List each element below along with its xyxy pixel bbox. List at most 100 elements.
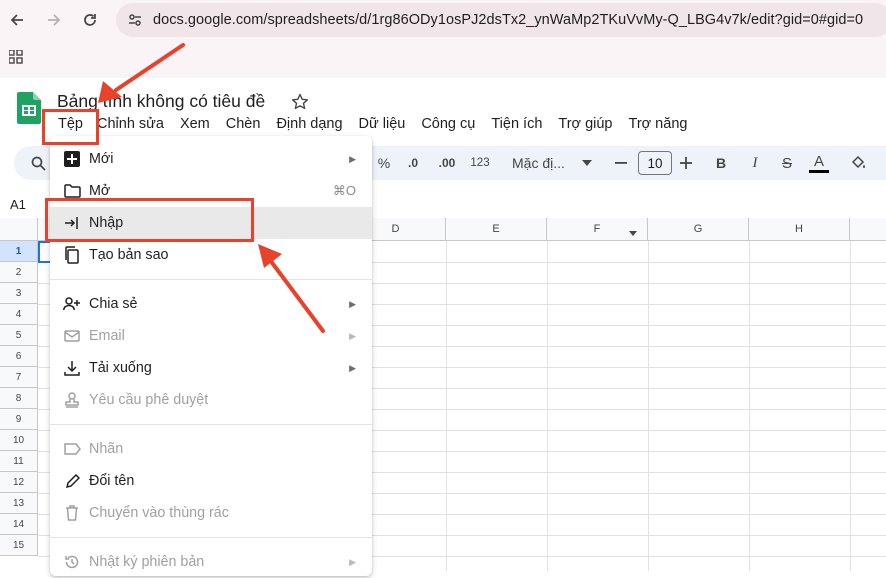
annotation-box-file-menu — [42, 109, 99, 145]
menu-item-version-history[interactable]: Nhật ký phiên bản ▶ — [50, 546, 372, 578]
share-person-icon — [63, 295, 81, 313]
row-header-12[interactable]: 12 — [0, 472, 38, 493]
row-header-15[interactable]: 15 — [0, 535, 38, 556]
menu-divider — [50, 424, 372, 425]
download-icon — [63, 359, 81, 377]
menu-insert[interactable]: Chèn — [218, 114, 269, 136]
italic-button[interactable]: I — [745, 146, 765, 180]
trash-icon — [63, 504, 81, 522]
menu-item-new[interactable]: Mới ▶ — [50, 143, 372, 175]
back-icon[interactable] — [5, 8, 29, 32]
menu-item-approvals[interactable]: Yêu cầu phê duyệt — [50, 384, 372, 416]
menu-edit[interactable]: Chỉnh sửa — [91, 114, 172, 136]
name-box[interactable]: A1 — [10, 197, 26, 212]
menu-accessibility[interactable]: Trợ năng — [621, 114, 696, 136]
menu-item-download[interactable]: Tải xuống ▶ — [50, 352, 372, 384]
row-header-13[interactable]: 13 — [0, 493, 38, 514]
gridline — [446, 241, 447, 571]
row-header-4[interactable]: 4 — [0, 304, 38, 325]
submenu-arrow-icon: ▶ — [349, 298, 356, 309]
menu-item-make-copy[interactable]: Tạo bản sao — [50, 239, 372, 271]
row-header-7[interactable]: 7 — [0, 367, 38, 388]
text-color-swatch — [809, 169, 829, 173]
menu-item-label: Tạo bản sao — [89, 247, 169, 263]
menu-extensions[interactable]: Tiện ích — [483, 114, 550, 136]
row-header-9[interactable]: 9 — [0, 409, 38, 430]
menu-item-label: Email — [89, 328, 125, 344]
decrease-decimal-button[interactable]: .0 — [402, 146, 424, 180]
menu-item-label: Mở — [89, 183, 111, 199]
bold-button[interactable]: B — [711, 146, 731, 180]
pencil-icon — [63, 472, 81, 490]
star-icon[interactable] — [291, 93, 309, 116]
menu-item-rename[interactable]: Đổi tên — [50, 465, 372, 497]
row-header-11[interactable]: 11 — [0, 451, 38, 472]
font-size-decrease-icon[interactable] — [612, 146, 630, 180]
strikethrough-button[interactable]: S — [776, 146, 798, 180]
column-header-h[interactable]: H — [749, 218, 850, 241]
row-header-2[interactable]: 2 — [0, 262, 38, 283]
gridline — [850, 241, 851, 571]
site-settings-icon[interactable] — [127, 12, 143, 33]
column-header-i[interactable] — [850, 218, 886, 241]
menubar: Tệp Chỉnh sửa Xem Chèn Định dạng Dữ liệu… — [50, 114, 695, 136]
row-header-10[interactable]: 10 — [0, 430, 38, 451]
gridline — [648, 241, 649, 571]
menu-data[interactable]: Dữ liệu — [351, 114, 414, 136]
submenu-arrow-icon: ▶ — [349, 330, 356, 341]
font-family-select[interactable]: Mặc đị... — [512, 146, 587, 180]
submenu-arrow-icon: ▶ — [349, 362, 356, 373]
shortcut-label: ⌘O — [332, 183, 356, 198]
row-header-5[interactable]: 5 — [0, 325, 38, 346]
increase-decimal-button[interactable]: .00 — [434, 146, 460, 180]
column-f-label: F — [593, 223, 601, 235]
menu-format[interactable]: Định dạng — [268, 114, 350, 136]
url-text[interactable]: docs.google.com/spreadsheets/d/1rg86ODy1… — [153, 12, 863, 28]
sheets-logo-icon[interactable] — [17, 92, 41, 129]
column-header-e[interactable]: E — [446, 218, 547, 241]
menu-item-label: Nhãn — [89, 441, 124, 457]
row-header-1[interactable]: 1 — [0, 241, 38, 262]
reload-icon[interactable] — [78, 8, 102, 32]
number-format-button[interactable]: 123 — [468, 146, 492, 180]
browser-chrome: docs.google.com/spreadsheets/d/1rg86ODy1… — [0, 0, 886, 78]
apps-grid-icon[interactable] — [8, 49, 23, 69]
gridline — [749, 241, 750, 571]
menu-item-label: Chuyển vào thùng rác — [89, 505, 229, 521]
menu-item-move-to-trash[interactable]: Chuyển vào thùng rác — [50, 497, 372, 529]
submenu-arrow-icon: ▶ — [349, 153, 356, 164]
search-icon[interactable] — [28, 146, 48, 180]
column-header-g[interactable]: G — [648, 218, 749, 241]
menu-help[interactable]: Trợ giúp — [550, 114, 620, 136]
text-color-button[interactable]: A — [808, 146, 830, 180]
select-all-corner[interactable] — [0, 218, 38, 241]
row-header-8[interactable]: 8 — [0, 388, 38, 409]
menu-item-label: Mới — [89, 151, 114, 167]
menu-item-labels[interactable]: Nhãn — [50, 433, 372, 465]
font-size-increase-icon[interactable] — [677, 146, 695, 180]
font-dropdown-icon[interactable] — [580, 146, 594, 180]
forward-icon[interactable] — [42, 8, 66, 32]
fill-color-icon[interactable] — [848, 146, 870, 180]
new-sheet-icon — [63, 150, 81, 168]
menu-divider — [50, 279, 372, 280]
menu-item-share[interactable]: Chia sẻ ▶ — [50, 288, 372, 320]
menu-view[interactable]: Xem — [172, 114, 218, 136]
gridline — [547, 241, 548, 571]
percent-format-button[interactable]: % — [374, 146, 394, 180]
menu-tools[interactable]: Công cụ — [413, 114, 483, 136]
annotation-box-import — [45, 198, 254, 242]
column-filter-dropdown-icon[interactable] — [629, 227, 637, 239]
menu-item-label: Yêu cầu phê duyệt — [89, 392, 209, 408]
copy-icon — [63, 246, 81, 264]
font-size-input[interactable]: 10 — [638, 151, 672, 175]
column-header-f[interactable]: F — [547, 218, 648, 241]
address-bar[interactable]: docs.google.com/spreadsheets/d/1rg86ODy1… — [116, 3, 886, 37]
approval-stamp-icon — [63, 391, 81, 409]
row-header-14[interactable]: 14 — [0, 514, 38, 535]
row-header-3[interactable]: 3 — [0, 283, 38, 304]
menu-item-label: Tải xuống — [89, 360, 152, 376]
row-header-6[interactable]: 6 — [0, 346, 38, 367]
history-icon — [63, 553, 81, 571]
menu-item-email[interactable]: Email ▶ — [50, 320, 372, 352]
